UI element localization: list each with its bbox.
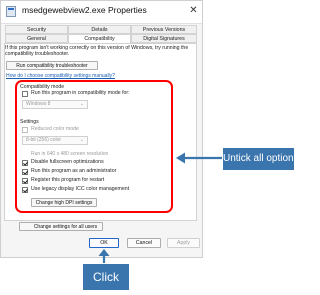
ok-button[interactable]: OK bbox=[89, 238, 119, 248]
tab-details[interactable]: Details bbox=[68, 25, 131, 34]
title-bar: msedgewebview2.exe Properties ✕ bbox=[1, 1, 202, 24]
run-troubleshooter-button[interactable]: Run compatibility troubleshooter bbox=[6, 61, 98, 70]
tab-general[interactable]: General bbox=[5, 34, 68, 43]
window-title: msedgewebview2.exe Properties bbox=[22, 5, 147, 15]
cancel-button[interactable]: Cancel bbox=[127, 238, 161, 248]
tab-digital-signatures[interactable]: Digital Signatures bbox=[131, 34, 197, 43]
untick-callout: Untick all options bbox=[223, 148, 299, 170]
tab-security[interactable]: Security bbox=[5, 25, 68, 34]
close-icon[interactable]: ✕ bbox=[187, 4, 200, 18]
click-callout: Click bbox=[83, 264, 129, 290]
change-all-users-button[interactable]: Change settings for all users bbox=[19, 222, 103, 231]
tab-previous-versions[interactable]: Previous Versions bbox=[131, 25, 197, 34]
intro-text: If this program isn't working correctly … bbox=[5, 45, 189, 57]
app-window-icon bbox=[6, 6, 16, 17]
manual-settings-link[interactable]: How do I choose compatibility settings m… bbox=[6, 73, 115, 79]
highlight-box bbox=[15, 80, 173, 213]
apply-button[interactable]: Apply bbox=[167, 238, 200, 248]
